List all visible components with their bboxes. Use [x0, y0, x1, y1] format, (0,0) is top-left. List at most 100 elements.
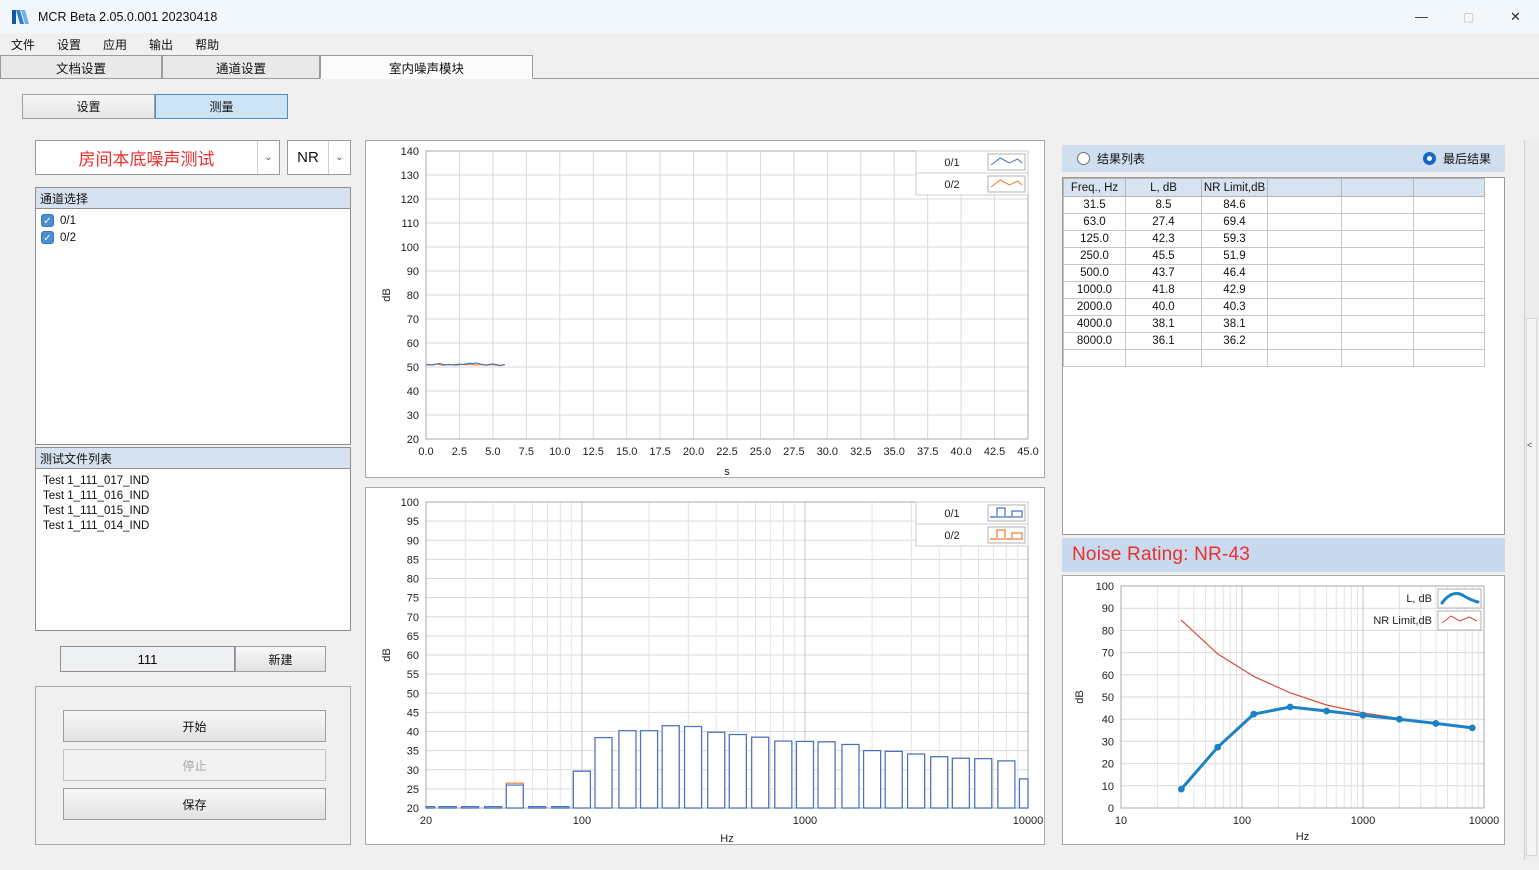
noise-rating-banner: Noise Rating: NR-43 — [1062, 538, 1505, 572]
svg-text:25.0: 25.0 — [750, 446, 771, 458]
collapse-splitter[interactable]: < — [1524, 140, 1539, 860]
table-cell — [1414, 248, 1485, 265]
save-button[interactable]: 保存 — [63, 788, 326, 820]
checkbox-checked-icon[interactable]: ✓ — [41, 214, 54, 227]
close-icon[interactable]: ✕ — [1492, 0, 1539, 33]
table-row[interactable]: 4000.038.138.1 — [1064, 316, 1485, 333]
table-cell: 125.0 — [1064, 231, 1126, 248]
svg-text:130: 130 — [401, 170, 419, 182]
table-row[interactable]: 8000.036.136.2 — [1064, 333, 1485, 350]
table-cell: 8.5 — [1126, 197, 1202, 214]
table-cell — [1202, 350, 1268, 367]
menu-item-application[interactable]: 应用 — [92, 33, 138, 55]
table-row[interactable]: 125.042.359.3 — [1064, 231, 1485, 248]
table-cell: 31.5 — [1064, 197, 1126, 214]
menu-item-help[interactable]: 帮助 — [184, 33, 230, 55]
table-row[interactable]: 500.043.746.4 — [1064, 265, 1485, 282]
stop-button-disabled: 停止 — [63, 749, 326, 781]
start-button[interactable]: 开始 — [63, 710, 326, 742]
svg-text:10000: 10000 — [1469, 815, 1500, 827]
menu-item-output[interactable]: 输出 — [138, 33, 184, 55]
results-table-panel: Freq., HzL, dBNR Limit,dB31.58.584.663.0… — [1062, 177, 1505, 535]
menu-item-file[interactable]: 文件 — [0, 33, 46, 55]
svg-text:12.5: 12.5 — [583, 446, 604, 458]
svg-text:0/2: 0/2 — [944, 179, 959, 191]
splitter-handle[interactable] — [1526, 318, 1537, 856]
table-cell — [1268, 282, 1342, 299]
new-button[interactable]: 新建 — [235, 646, 326, 672]
channel-item[interactable]: ✓0/1 — [36, 212, 350, 229]
svg-text:90: 90 — [1102, 603, 1114, 615]
radio-result-list[interactable]: 结果列表 — [1077, 150, 1145, 167]
menu-item-settings[interactable]: 设置 — [46, 33, 92, 55]
table-row[interactable]: 31.58.584.6 — [1064, 197, 1485, 214]
table-cell — [1268, 299, 1342, 316]
maximize-icon[interactable]: ▢ — [1445, 0, 1492, 33]
svg-text:20: 20 — [1102, 759, 1114, 771]
table-row[interactable]: 63.027.469.4 — [1064, 214, 1485, 231]
channel-item[interactable]: ✓ 0/2 — [36, 229, 350, 246]
table-row[interactable]: 2000.040.040.3 — [1064, 299, 1485, 316]
radio-result-list-label: 结果列表 — [1097, 150, 1145, 167]
table-cell — [1268, 316, 1342, 333]
combo-rating-standard[interactable]: NR ⌄ — [287, 140, 351, 175]
test-file-item[interactable]: Test 1_111_017_IND — [36, 473, 350, 488]
collapse-left-icon[interactable]: < — [1527, 440, 1532, 450]
test-file-item[interactable]: Test 1_111_015_IND — [36, 503, 350, 518]
tab-3[interactable]: 室内噪声模块 — [320, 55, 533, 79]
table-cell — [1342, 282, 1414, 299]
table-cell — [1342, 333, 1414, 350]
subtab-1[interactable]: 设置 — [22, 94, 155, 119]
svg-text:1000: 1000 — [793, 815, 817, 827]
svg-text:80: 80 — [1102, 625, 1114, 637]
channel-label: 0/2 — [60, 232, 76, 244]
table-cell — [1268, 265, 1342, 282]
svg-text:30: 30 — [407, 765, 419, 777]
combo-test-type[interactable]: 房间本底噪声测试 ⌄ — [35, 140, 280, 175]
spectrum-chart-panel: 2025303540455055606570758085909510020100… — [365, 487, 1045, 845]
svg-text:60: 60 — [407, 338, 419, 350]
svg-text:15.0: 15.0 — [616, 446, 637, 458]
subtab-2[interactable]: 测量 — [155, 94, 288, 119]
svg-text:0/1: 0/1 — [944, 508, 959, 520]
table-cell: 8000.0 — [1064, 333, 1126, 350]
table-header-row: Freq., HzL, dBNR Limit,dB — [1064, 179, 1485, 197]
table-row[interactable] — [1064, 350, 1485, 367]
menu-bar: 文件设置应用输出帮助 — [0, 33, 1539, 55]
combo-rating-standard-value: NR — [288, 141, 328, 174]
table-cell: 63.0 — [1064, 214, 1126, 231]
table-cell: 84.6 — [1202, 197, 1268, 214]
svg-text:95: 95 — [407, 516, 419, 528]
sub-tab-strip: 设置测量 — [22, 94, 288, 119]
radio-unselected-icon[interactable] — [1077, 152, 1090, 165]
table-cell — [1268, 333, 1342, 350]
tab-1[interactable]: 文档设置 — [0, 55, 162, 78]
svg-text:140: 140 — [401, 146, 419, 158]
test-file-item[interactable]: Test 1_111_016_IND — [36, 488, 350, 503]
minimize-icon[interactable]: — — [1398, 0, 1445, 33]
svg-text:100: 100 — [1233, 815, 1251, 827]
svg-text:17.5: 17.5 — [649, 446, 670, 458]
checkbox-checked-icon[interactable]: ✓ — [41, 231, 54, 244]
svg-text:20: 20 — [407, 803, 419, 815]
svg-text:32.5: 32.5 — [850, 446, 871, 458]
table-cell: 36.2 — [1202, 333, 1268, 350]
tab-2[interactable]: 通道设置 — [162, 55, 320, 78]
table-cell — [1064, 350, 1126, 367]
time-history-chart-panel: 0.02.55.07.510.012.515.017.520.022.525.0… — [365, 140, 1045, 478]
test-name-input[interactable] — [60, 646, 235, 672]
table-cell: 46.4 — [1202, 265, 1268, 282]
table-row[interactable]: 250.045.551.9 — [1064, 248, 1485, 265]
table-cell — [1414, 350, 1485, 367]
svg-text:45: 45 — [407, 707, 419, 719]
chevron-down-icon[interactable]: ⌄ — [257, 141, 279, 174]
app-logo-icon — [12, 9, 29, 25]
chevron-down-icon[interactable]: ⌄ — [328, 141, 350, 174]
test-file-item[interactable]: Test 1_111_014_IND — [36, 518, 350, 533]
svg-text:70: 70 — [407, 612, 419, 624]
table-row[interactable]: 1000.041.842.9 — [1064, 282, 1485, 299]
table-cell — [1268, 197, 1342, 214]
radio-last-result[interactable]: 最后结果 — [1423, 150, 1491, 167]
radio-selected-icon[interactable] — [1423, 152, 1436, 165]
svg-text:0/2: 0/2 — [944, 530, 959, 542]
